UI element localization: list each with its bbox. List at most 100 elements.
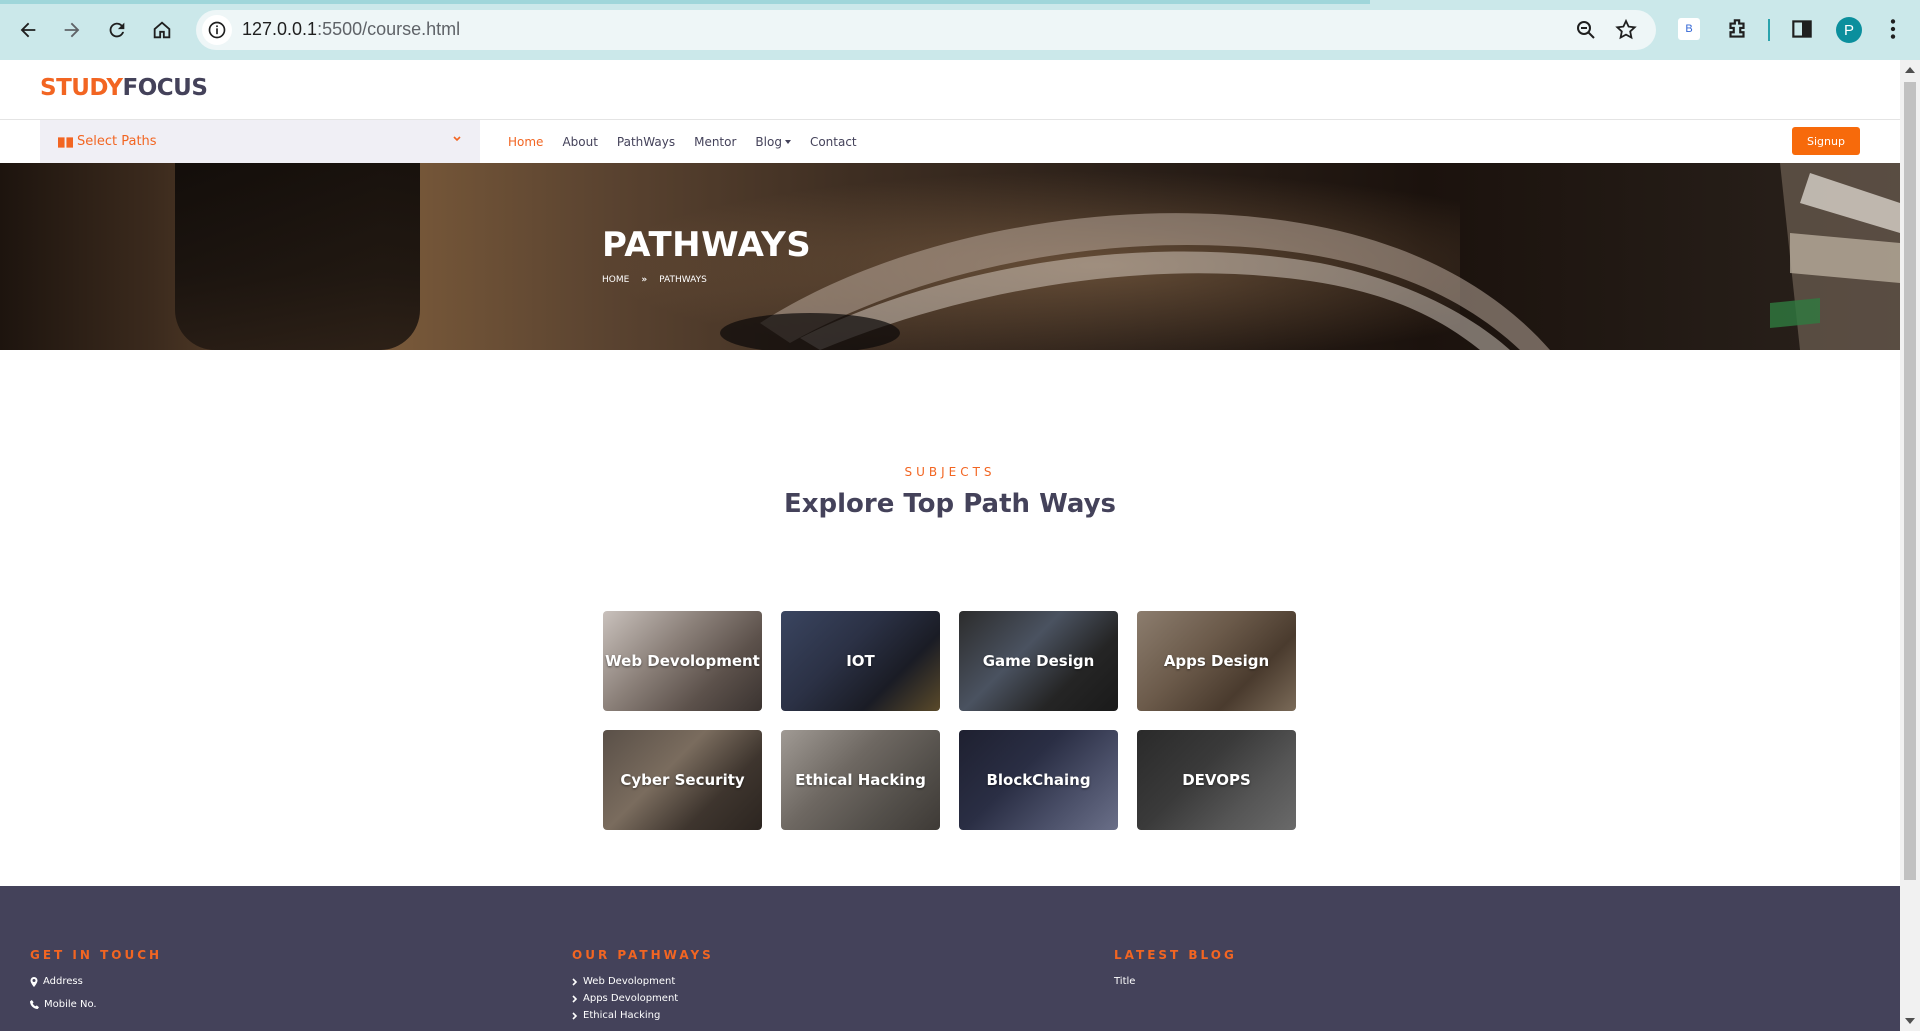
- breadcrumb-home[interactable]: HOME: [602, 275, 629, 285]
- footer-contact-title: GET IN TOUCH: [30, 948, 163, 962]
- url-host: 127.0.0.1: [242, 19, 318, 39]
- side-panel-icon[interactable]: [1789, 16, 1815, 42]
- pathway-card-label: Web Devolopment: [605, 652, 760, 670]
- select-paths-label: Select Paths: [77, 134, 157, 149]
- zoom-icon[interactable]: [1574, 18, 1598, 42]
- pathway-card-apps[interactable]: Apps Design: [1137, 611, 1296, 711]
- page-hero-banner: PATHWAYS HOME » PATHWAYS: [0, 163, 1900, 350]
- site-header: STUDYFOCUS: [0, 60, 1900, 120]
- browser-toolbar: 127.0.0.1:5500/course.html B P: [0, 0, 1920, 60]
- back-button[interactable]: [10, 12, 46, 48]
- nav-about[interactable]: About: [562, 135, 597, 149]
- chevron-right-icon: [572, 994, 578, 1003]
- more-menu-icon[interactable]: [1880, 16, 1906, 42]
- breadcrumb-current: PATHWAYS: [659, 275, 707, 285]
- pathway-card-label: Cyber Security: [620, 771, 745, 789]
- pathway-card-game[interactable]: Game Design: [959, 611, 1118, 711]
- page-scrollbar[interactable]: [1900, 60, 1920, 1031]
- footer-blog-title: LATEST BLOG: [1114, 948, 1237, 962]
- extensions-puzzle-icon[interactable]: [1724, 16, 1750, 42]
- map-marker-icon: [30, 976, 38, 987]
- footer-mobile: Mobile No.: [30, 999, 162, 1010]
- phone-icon: [30, 1000, 39, 1009]
- site-info-button[interactable]: [202, 15, 232, 45]
- site-logo[interactable]: STUDYFOCUS: [40, 75, 208, 101]
- page-viewport: STUDYFOCUS Select Paths Home About PathW…: [0, 60, 1900, 1031]
- pathways-grid: Web Devolopment IOT Game Design Apps Des…: [603, 611, 1297, 831]
- bookmark-star-icon[interactable]: [1614, 18, 1638, 42]
- footer-mobile-text: Mobile No.: [44, 999, 97, 1010]
- hero-cup-silhouette: [175, 163, 420, 350]
- page-load-progress: [0, 0, 1370, 4]
- toolbar-divider: [1768, 19, 1770, 41]
- footer-contact: GET IN TOUCH Address Mobile No.: [30, 948, 162, 1010]
- breadcrumb-separator-icon: »: [641, 275, 648, 285]
- pathway-card-label: Apps Design: [1163, 652, 1270, 670]
- profile-avatar[interactable]: P: [1836, 17, 1862, 43]
- pathway-card-web[interactable]: Web Devolopment: [603, 611, 762, 711]
- footer-blog: LATEST BLOG Title: [1114, 948, 1237, 987]
- footer-blog-item-text: Title: [1114, 976, 1136, 987]
- footer-pathways: OUR PATHWAYS Web Devolopment Apps Devolo…: [572, 948, 714, 1021]
- site-footer: GET IN TOUCH Address Mobile No. OUR PATH…: [0, 886, 1900, 1031]
- nav-pathways[interactable]: PathWays: [617, 135, 675, 149]
- open-book-image: [720, 213, 1550, 350]
- footer-path-link[interactable]: Apps Devolopment: [572, 993, 714, 1004]
- info-icon: [208, 21, 226, 39]
- page-title: PATHWAYS: [602, 225, 812, 265]
- navbar: Select Paths Home About PathWays Mentor …: [0, 120, 1900, 163]
- caret-down-icon: [784, 139, 791, 144]
- pathway-card-label: IOT: [846, 652, 875, 670]
- pathway-card-devops[interactable]: DEVOPS: [1137, 730, 1296, 830]
- address-bar[interactable]: 127.0.0.1:5500/course.html: [196, 10, 1656, 50]
- scroll-down-arrow-icon[interactable]: [1905, 1018, 1915, 1024]
- subjects-section: SUBJECTS Explore Top Path Ways: [0, 465, 1900, 519]
- pathway-card-iot[interactable]: IOT: [781, 611, 940, 711]
- footer-pathways-title: OUR PATHWAYS: [572, 948, 714, 962]
- pathway-card-cyber[interactable]: Cyber Security: [603, 730, 762, 830]
- stacked-books-image: [1770, 163, 1900, 350]
- home-icon: [153, 21, 171, 39]
- nav-home[interactable]: Home: [508, 135, 543, 149]
- footer-path-apps: Apps Devolopment: [583, 993, 679, 1004]
- home-button[interactable]: [144, 12, 180, 48]
- footer-path-link[interactable]: Ethical Hacking: [572, 1010, 714, 1021]
- footer-address: Address: [30, 976, 162, 987]
- footer-path-link[interactable]: Web Devolopment: [572, 976, 714, 987]
- section-eyebrow: SUBJECTS: [904, 465, 996, 479]
- nav-contact[interactable]: Contact: [810, 135, 857, 149]
- footer-address-text: Address: [43, 976, 83, 987]
- reload-button[interactable]: [99, 12, 135, 48]
- pathway-card-ethical[interactable]: Ethical Hacking: [781, 730, 940, 830]
- select-paths-dropdown[interactable]: Select Paths: [40, 120, 480, 163]
- arrow-right-icon: [64, 22, 80, 38]
- footer-blog-item[interactable]: Title: [1114, 976, 1237, 987]
- forward-button[interactable]: [54, 12, 90, 48]
- pathway-card-label: Game Design: [982, 652, 1095, 670]
- book-icon: [58, 136, 73, 148]
- url-text: 127.0.0.1:5500/course.html: [242, 19, 460, 40]
- scrollbar-thumb[interactable]: [1904, 82, 1916, 880]
- main-menu: Home About PathWays Mentor Blog Contact: [508, 120, 876, 163]
- footer-path-web: Web Devolopment: [583, 976, 676, 987]
- footer-path-ethical: Ethical Hacking: [583, 1010, 661, 1021]
- url-path: :5500/course.html: [317, 19, 461, 39]
- pathway-card-label: Ethical Hacking: [795, 771, 926, 789]
- logo-focus: FOCUS: [122, 75, 208, 101]
- chevron-down-icon: [453, 136, 461, 142]
- section-heading: Explore Top Path Ways: [783, 489, 1117, 519]
- arrow-left-icon: [20, 22, 36, 38]
- pathway-card-label: DEVOPS: [1182, 771, 1251, 789]
- nav-blog[interactable]: Blog: [755, 135, 791, 149]
- breadcrumb: HOME » PATHWAYS: [602, 275, 707, 285]
- nav-mentor[interactable]: Mentor: [694, 135, 736, 149]
- signup-button[interactable]: Signup: [1792, 127, 1860, 155]
- nav-blog-label: Blog: [755, 134, 782, 149]
- scroll-up-arrow-icon[interactable]: [1905, 67, 1915, 73]
- pathway-card-blockchain[interactable]: BlockChaing: [959, 730, 1118, 830]
- extension-b-icon[interactable]: B: [1678, 18, 1700, 40]
- reload-icon: [109, 22, 125, 38]
- logo-study: STUDY: [40, 75, 123, 101]
- chevron-right-icon: [572, 1011, 578, 1020]
- pathway-card-label: BlockChaing: [986, 771, 1091, 789]
